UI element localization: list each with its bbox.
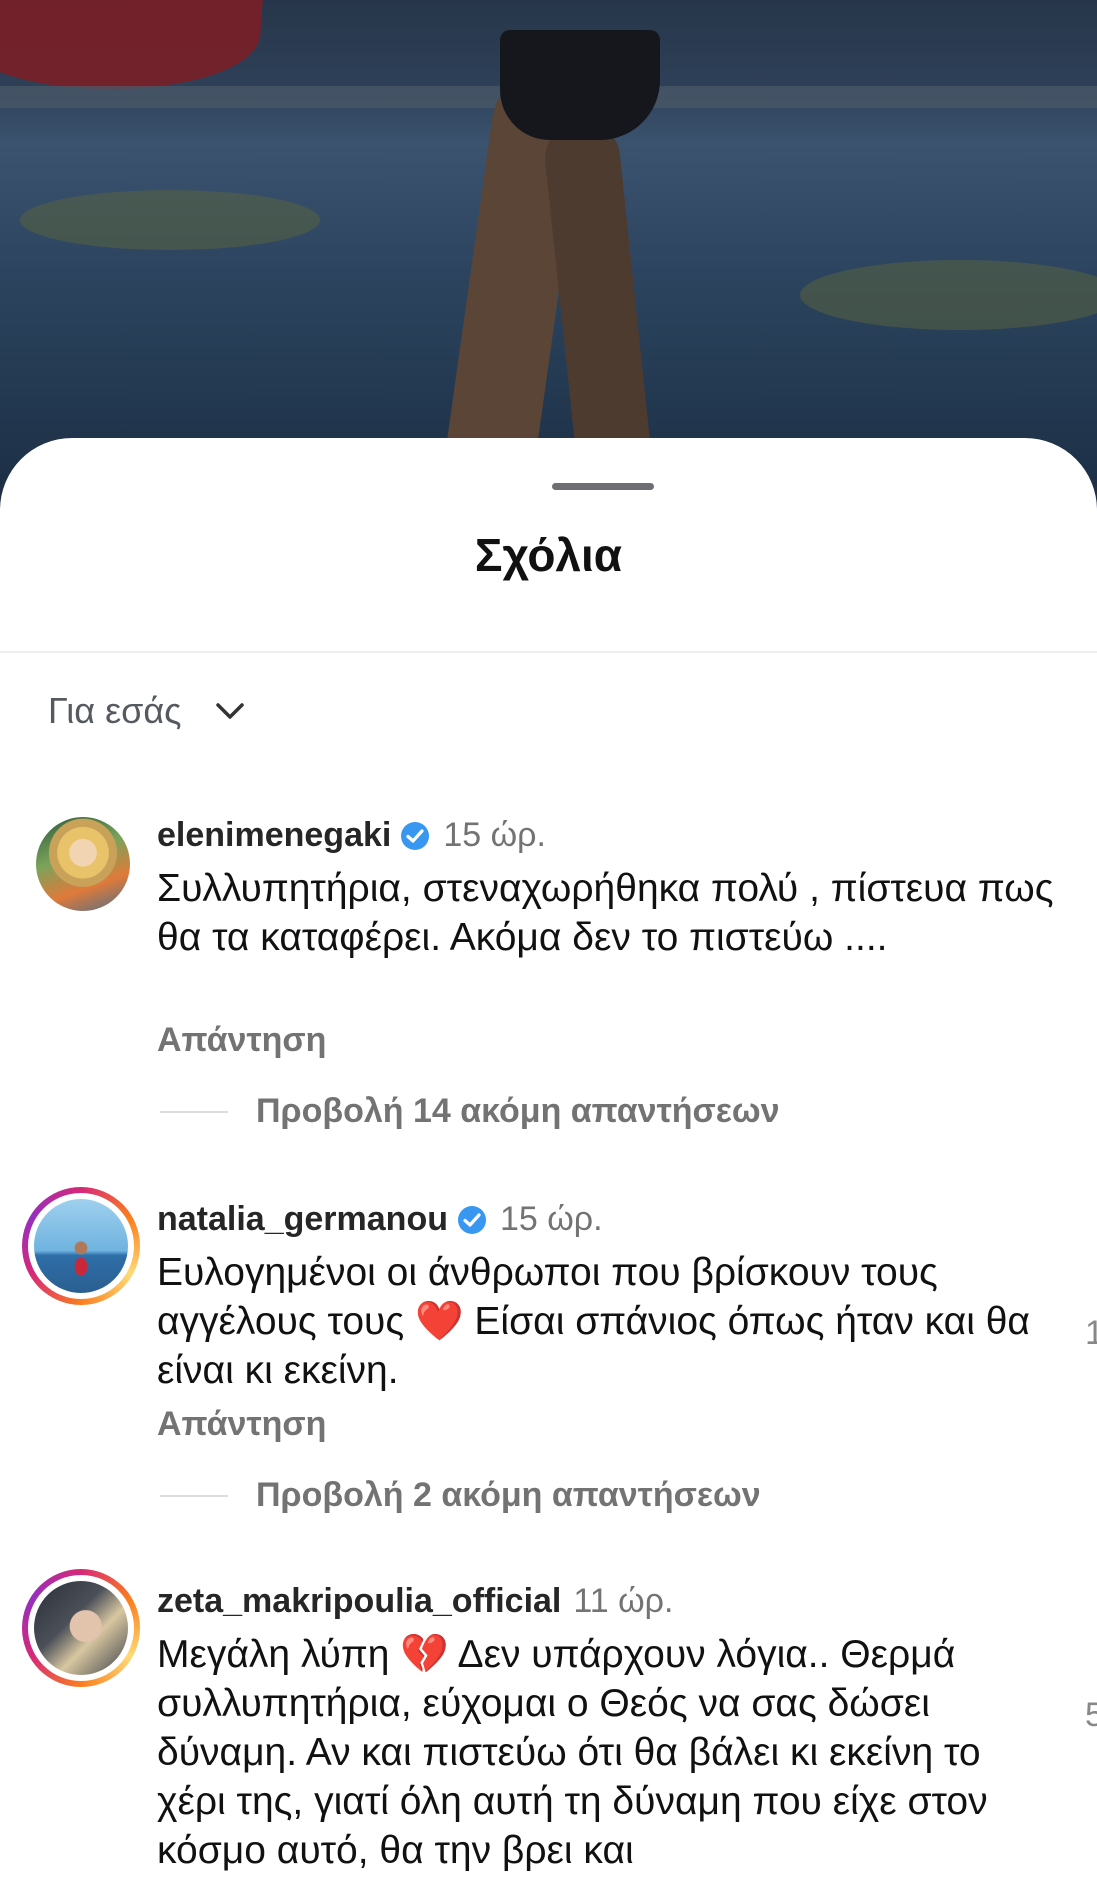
comment-username[interactable]: zeta_makripoulia_official [157, 1582, 561, 1621]
reply-button[interactable]: Απάντηση [157, 1405, 326, 1444]
header-divider [0, 651, 1097, 653]
like-count: 5 [1085, 1696, 1097, 1734]
verified-badge-icon [456, 1204, 488, 1236]
heart-emoji: ❤️ [415, 1300, 464, 1343]
view-more-replies-button[interactable]: Προβολή 14 ακόμη απαντήσεων [160, 1092, 780, 1131]
reply-button[interactable]: Απάντηση [157, 1021, 326, 1060]
comment-text: Συλλυπητήρια, στεναχωρήθηκα πολύ , πίστε… [157, 867, 1054, 959]
filter-label: Για εσάς [48, 690, 182, 731]
verified-badge-icon [399, 820, 431, 852]
comment-username[interactable]: elenimenegaki [157, 816, 391, 855]
avatar[interactable] [22, 1569, 140, 1687]
sheet-title: Σχόλια [474, 529, 623, 581]
comment-text: Μεγάλη λύπη 💔 Δεν υπάρχουν λόγια.. Θερμά… [157, 1633, 988, 1872]
sheet-drag-handle[interactable] [552, 483, 654, 490]
broken-heart-emoji: 💔 [400, 1633, 449, 1676]
post-photo-background [0, 0, 1097, 480]
view-more-replies-button[interactable]: Προβολή 2 ακόμη απαντήσεων [160, 1476, 761, 1515]
comment-text: Ευλογημένοι οι άνθρωποι που βρίσκουν του… [157, 1251, 1030, 1392]
comment-time: 11 ώρ. [573, 1582, 674, 1620]
avatar[interactable] [22, 1187, 140, 1305]
avatar[interactable] [22, 803, 140, 921]
chevron-down-icon [212, 693, 248, 729]
comment-username[interactable]: natalia_germanou [157, 1200, 448, 1239]
comment-time: 15 ώρ. [499, 1200, 603, 1238]
comment-sort-filter[interactable]: Για εσάς [48, 690, 248, 732]
comment-time: 15 ώρ. [443, 816, 546, 854]
like-count: 1 [1085, 1314, 1097, 1352]
